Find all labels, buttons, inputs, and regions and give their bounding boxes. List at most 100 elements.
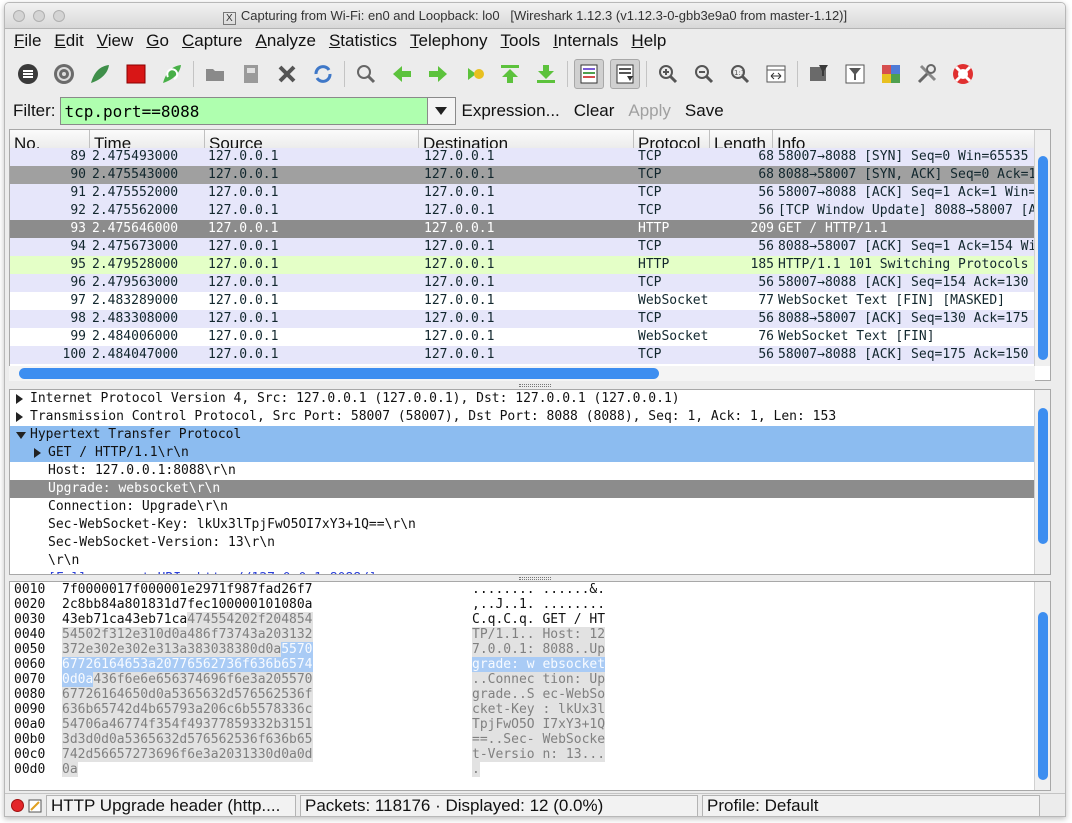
menu-analyze[interactable]: Analyze — [255, 31, 315, 51]
hex-byte[interactable]: 51 — [296, 717, 313, 732]
bytes-row[interactable]: 0090 63 6b 65 74 2d 4b 65 79 3a 20 6c 6b … — [10, 702, 1050, 717]
menu-statistics[interactable]: Statistics — [329, 31, 397, 51]
hex-byte[interactable]: 2f — [249, 612, 266, 627]
hex-byte[interactable]: 0d — [155, 627, 172, 642]
hex-byte[interactable]: 30 — [124, 642, 141, 657]
hex-byte[interactable]: 49 — [187, 717, 203, 732]
hex-byte[interactable]: eb — [78, 612, 94, 627]
hex-byte[interactable]: 20 — [202, 702, 219, 717]
hex-byte[interactable]: 01 — [266, 597, 282, 612]
options-icon[interactable] — [49, 59, 79, 89]
open-file-icon[interactable] — [200, 59, 230, 89]
hex-byte[interactable]: 0d — [265, 747, 282, 762]
hex-byte[interactable]: 53 — [234, 732, 250, 747]
hex-byte[interactable]: ca — [172, 612, 188, 627]
hex-byte[interactable]: 0d — [62, 672, 78, 687]
bytes-row[interactable]: 0030 43 eb 71 ca 43 eb 71 ca 47 45 54 20 … — [10, 612, 1050, 627]
table-row[interactable]: 91 2.475552000 127.0.0.1 127.0.0.1 TCP 56 5800… — [10, 184, 1050, 202]
hex-byte[interactable]: 97 — [203, 582, 219, 597]
hex-byte[interactable]: 65 — [155, 672, 172, 687]
hex-byte[interactable]: 65 — [202, 732, 219, 747]
hex-byte[interactable]: 43 — [62, 612, 78, 627]
bytes-row[interactable]: 0040 54 50 2f 31 2e 31 0d 0a 48 6f 73 74 … — [10, 627, 1050, 642]
table-row[interactable]: 90 2.475543000 127.0.0.1 127.0.0.1 TCP 68 8088… — [10, 166, 1050, 184]
hex-byte[interactable]: 48 — [187, 627, 203, 642]
detail-tree-item[interactable]: Internet Protocol Version 4, Src: 127.0.… — [10, 390, 1050, 408]
hex-byte[interactable]: 3d — [77, 732, 94, 747]
hex-byte[interactable]: 31 — [281, 627, 297, 642]
hex-byte[interactable]: 4a — [109, 597, 125, 612]
hex-byte[interactable]: 00 — [219, 597, 235, 612]
capture-filters-icon[interactable] — [804, 59, 834, 89]
hex-byte[interactable]: 31 — [155, 642, 172, 657]
table-row[interactable]: 98 2.483308000 127.0.0.1 127.0.0.1 TCP 56 8088… — [10, 310, 1050, 328]
table-row[interactable]: 97 2.483289000 127.0.0.1 127.0.0.1 WebSocket… — [10, 292, 1050, 310]
hex-byte[interactable]: 37 — [62, 642, 78, 657]
hex-byte[interactable]: ca — [109, 612, 125, 627]
hex-byte[interactable]: 54 — [218, 612, 235, 627]
find-packet-icon[interactable] — [351, 59, 381, 89]
hex-byte[interactable]: f7 — [297, 582, 313, 597]
hex-byte[interactable]: d7 — [172, 597, 188, 612]
hex-byte[interactable]: 65 — [249, 687, 266, 702]
hex-byte[interactable]: 6f — [108, 672, 125, 687]
hex-byte[interactable]: 20 — [155, 657, 172, 672]
hex-byte[interactable]: 3a — [140, 657, 156, 672]
hex-byte[interactable]: 3a — [249, 627, 266, 642]
hex-byte[interactable]: 74 — [234, 627, 250, 642]
auto-scroll-icon[interactable] — [610, 59, 640, 89]
hex-byte[interactable]: 2d — [218, 687, 235, 702]
hex-byte[interactable]: 1f — [219, 582, 235, 597]
resize-columns-icon[interactable] — [761, 59, 791, 89]
hex-byte[interactable]: 56 — [93, 747, 109, 762]
hex-byte[interactable]: 65 — [187, 657, 203, 672]
menu-telephony[interactable]: Telephony — [410, 31, 488, 51]
hex-byte[interactable]: 65 — [187, 687, 203, 702]
hex-byte[interactable]: c1 — [203, 597, 219, 612]
hex-byte[interactable]: 6f — [296, 687, 313, 702]
detail-tree-item[interactable]: Upgrade: websocket\r\n — [10, 480, 1050, 498]
bytes-row[interactable]: 00c0 74 2d 56 65 72 73 69 6f 6e 3a 20 31 … — [10, 747, 1050, 762]
bytes-row[interactable]: 0020 2c 8b b8 4a 80 18 31 d7 fe c1 00 00 … — [10, 597, 1050, 612]
hex-byte[interactable]: 20 — [265, 672, 282, 687]
hex-byte[interactable]: 2d — [77, 747, 94, 762]
apply-button[interactable]: Apply — [628, 101, 671, 121]
hex-byte[interactable]: 6b — [234, 702, 250, 717]
hex-byte[interactable]: 31 — [281, 717, 297, 732]
hex-byte[interactable]: 70 — [77, 717, 94, 732]
hex-byte[interactable]: 65 — [281, 657, 297, 672]
hex-byte[interactable]: 20 — [265, 627, 282, 642]
hex-byte[interactable]: 6e — [140, 672, 156, 687]
reload-icon[interactable] — [308, 59, 338, 89]
hex-byte[interactable]: 74 — [108, 702, 125, 717]
hex-byte[interactable]: 63 — [202, 687, 219, 702]
help-icon[interactable] — [948, 59, 978, 89]
hex-byte[interactable]: 65 — [140, 732, 156, 747]
start-capture-icon[interactable] — [85, 59, 115, 89]
hex-byte[interactable]: 63 — [171, 672, 188, 687]
hex-byte[interactable]: 71 — [156, 612, 172, 627]
hex-byte[interactable]: 57 — [187, 732, 203, 747]
detail-tree-item[interactable]: Hypertext Transfer Protocol — [10, 426, 1050, 444]
hex-byte[interactable]: 62 — [202, 657, 219, 672]
collapsed-triangle-icon[interactable] — [16, 412, 23, 422]
table-row[interactable]: 89 2.475493000 127.0.0.1 127.0.0.1 TCP 68 5800… — [10, 148, 1050, 166]
hex-byte[interactable]: 2e — [77, 642, 94, 657]
hex-byte[interactable]: 78 — [265, 702, 282, 717]
hex-byte[interactable]: 6f — [249, 732, 266, 747]
hex-byte[interactable]: 0a — [281, 747, 297, 762]
hex-byte[interactable]: 74 — [187, 672, 203, 687]
go-forward-icon[interactable] — [423, 59, 453, 89]
packet-list-hscroll-thumb[interactable] — [19, 368, 659, 379]
menu-internals[interactable]: Internals — [553, 31, 618, 51]
hex-byte[interactable]: 2e — [124, 627, 141, 642]
hex-byte[interactable]: b8 — [93, 597, 109, 612]
colorize-icon[interactable] — [574, 59, 604, 89]
table-row[interactable]: 94 2.475673000 127.0.0.1 127.0.0.1 TCP 56 8088… — [10, 238, 1050, 256]
hex-byte[interactable]: 53 — [171, 687, 188, 702]
hex-byte[interactable]: 70 — [296, 642, 313, 657]
expression-button[interactable]: Expression... — [462, 101, 560, 121]
hex-byte[interactable]: 37 — [202, 717, 219, 732]
hex-byte[interactable]: 77 — [171, 657, 188, 672]
expanded-triangle-icon[interactable] — [16, 432, 26, 439]
